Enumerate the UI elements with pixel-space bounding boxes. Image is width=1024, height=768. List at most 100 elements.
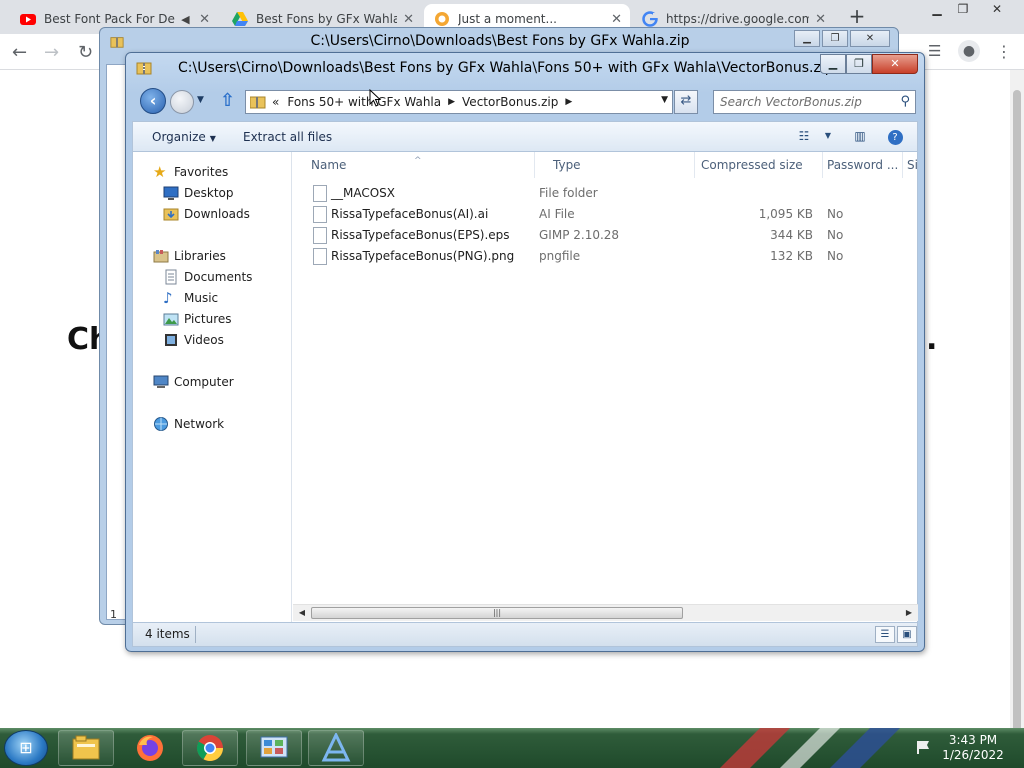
nav-videos-label: Videos: [184, 333, 224, 347]
preview-pane-icon[interactable]: ▥: [849, 127, 871, 145]
firefox-icon: [137, 735, 163, 761]
nav-network[interactable]: Network: [153, 416, 224, 432]
taskbar-font-app[interactable]: [308, 730, 364, 766]
nav-pictures[interactable]: Pictures: [163, 311, 232, 327]
refresh-button[interactable]: ⇄: [674, 90, 698, 114]
forward-button[interactable]: [170, 90, 194, 114]
mouse-cursor-icon: [369, 89, 381, 107]
status-bar: 4 items ☰ ▣: [132, 623, 918, 647]
documents-icon: [165, 269, 177, 285]
downloads-folder-icon: [163, 208, 179, 221]
horizontal-scrollbar-thumb[interactable]: |||: [311, 607, 683, 619]
taskbar-control-panel[interactable]: [246, 730, 302, 766]
view-options-icon[interactable]: ☷: [793, 127, 815, 145]
large-icons-view-icon[interactable]: ▣: [897, 626, 917, 643]
explorer-content: ★ Favorites Desktop Downloads Libraries …: [132, 151, 918, 623]
breadcrumb-vectorbonus[interactable]: VectorBonus.zip: [458, 95, 562, 109]
nav-documents[interactable]: Documents: [163, 269, 252, 285]
taskbar-explorer[interactable]: [58, 730, 114, 766]
horizontal-scrollbar[interactable]: ◀ ||| ▶: [293, 604, 918, 621]
column-header-size[interactable]: Si: [903, 152, 918, 178]
libraries-icon: [153, 250, 169, 263]
reload-icon[interactable]: ↻: [78, 42, 93, 63]
back-maximize-button[interactable]: ❐: [822, 30, 848, 47]
minimize-button[interactable]: ▁: [820, 54, 846, 74]
scroll-right-arrow-icon[interactable]: ▶: [902, 605, 916, 621]
start-button[interactable]: ⊞: [4, 730, 48, 766]
sort-ascending-icon: ^: [414, 156, 422, 166]
scroll-left-arrow-icon[interactable]: ◀: [295, 605, 309, 621]
file-row[interactable]: __MACOSX File folder: [293, 183, 918, 204]
folder-icon: [313, 185, 327, 202]
breadcrumb-chevron-icon[interactable]: ▶: [562, 97, 575, 107]
browser-scrollbar-thumb[interactable]: [1013, 90, 1021, 750]
file-row[interactable]: RissaTypefaceBonus(PNG).png pngfile 132 …: [293, 246, 918, 267]
system-clock[interactable]: 3:43 PM 1/26/2022: [938, 733, 1008, 763]
browser-scrollbar[interactable]: [1010, 70, 1024, 750]
speaker-icon[interactable]: ◀: [181, 13, 193, 26]
column-header-name[interactable]: Name ^: [293, 152, 535, 178]
nav-videos[interactable]: Videos: [163, 332, 224, 348]
file-password: No: [827, 228, 844, 242]
close-icon[interactable]: ✕: [199, 12, 210, 27]
nav-favorites[interactable]: ★ Favorites: [153, 164, 228, 180]
file-password: No: [827, 249, 844, 263]
taskbar-chrome[interactable]: [182, 730, 238, 766]
close-icon[interactable]: ✕: [611, 12, 622, 27]
nav-music[interactable]: ♪ Music: [163, 290, 218, 306]
nav-computer[interactable]: Computer: [153, 374, 234, 390]
file-row[interactable]: RissaTypefaceBonus(AI).ai AI File 1,095 …: [293, 204, 918, 225]
youtube-icon: [20, 14, 36, 25]
back-close-button[interactable]: ✕: [850, 30, 890, 47]
back-arrow-icon[interactable]: ←: [12, 42, 27, 63]
up-arrow-icon[interactable]: ⇧: [220, 90, 235, 112]
nav-downloads[interactable]: Downloads: [163, 206, 250, 222]
browser-close-icon[interactable]: ✕: [982, 0, 1012, 18]
forward-arrow-icon[interactable]: →: [44, 42, 59, 63]
new-tab-button[interactable]: +: [846, 6, 868, 28]
file-password: No: [827, 207, 844, 221]
nav-favorites-label: Favorites: [174, 165, 229, 179]
taskbar-firefox[interactable]: [122, 730, 178, 766]
explorer-window[interactable]: C:\Users\Cirno\Downloads\Best Fons by GF…: [125, 52, 925, 652]
maximize-button[interactable]: ❐: [846, 54, 872, 74]
google-icon: [642, 11, 658, 27]
menu-kebab-icon[interactable]: ⋮: [996, 42, 1012, 61]
help-icon[interactable]: ?: [884, 127, 906, 145]
back-button[interactable]: ‹: [140, 88, 166, 114]
clock-date: 1/26/2022: [942, 748, 1004, 762]
navigation-pane: ★ Favorites Desktop Downloads Libraries …: [133, 152, 292, 622]
command-bar: Organize ▼ Extract all files ☷ ▼ ▥ ?: [132, 121, 918, 151]
action-center-flag-icon[interactable]: [915, 740, 931, 754]
address-dropdown-icon[interactable]: ▼: [661, 95, 668, 105]
back-window-status-text: 1: [110, 608, 117, 621]
file-row[interactable]: RissaTypefaceBonus(EPS).eps GIMP 2.10.28…: [293, 225, 918, 246]
explorer-folder-icon: [72, 735, 100, 760]
column-header-type[interactable]: Type: [535, 152, 695, 178]
column-header-compressed-size[interactable]: Compressed size: [695, 152, 823, 178]
search-input[interactable]: Search VectorBonus.zip ⚲: [713, 90, 916, 114]
breadcrumb-overflow[interactable]: «: [268, 95, 283, 109]
details-view-icon[interactable]: ☰: [875, 626, 895, 643]
browser-tab-title: Best Fons by GFx Wahla.zip: [256, 12, 398, 26]
back-minimize-button[interactable]: ▁: [794, 30, 820, 47]
nav-desktop[interactable]: Desktop: [163, 185, 234, 201]
extract-all-files-button[interactable]: Extract all files: [243, 130, 332, 144]
browser-tab-title: Best Font Pack For De: [44, 12, 175, 26]
view-chevron-down-icon[interactable]: ▼: [817, 127, 839, 145]
nav-libraries[interactable]: Libraries: [153, 248, 226, 264]
breadcrumb-chevron-icon[interactable]: ▶: [445, 97, 458, 107]
close-button[interactable]: ✕: [872, 54, 918, 74]
profile-avatar-icon[interactable]: ●: [958, 40, 980, 62]
close-icon[interactable]: ✕: [815, 12, 826, 27]
close-icon[interactable]: ✕: [403, 12, 414, 27]
window-title: C:\Users\Cirno\Downloads\Best Fons by GF…: [178, 60, 834, 76]
search-icon[interactable]: ⚲: [900, 91, 910, 113]
address-bar[interactable]: « Fons 50+ with GFx Wahla ▶ VectorBonus.…: [245, 90, 673, 114]
breadcrumb-fons-folder[interactable]: Fons 50+ with GFx Wahla: [283, 95, 445, 109]
column-header-password[interactable]: Password ...: [823, 152, 903, 178]
browser-restore-icon[interactable]: ❐: [948, 0, 978, 18]
recent-locations-chevron-icon[interactable]: ▼: [197, 95, 204, 105]
playlist-icon[interactable]: ☰: [928, 42, 941, 60]
organize-button[interactable]: Organize ▼: [152, 130, 216, 144]
